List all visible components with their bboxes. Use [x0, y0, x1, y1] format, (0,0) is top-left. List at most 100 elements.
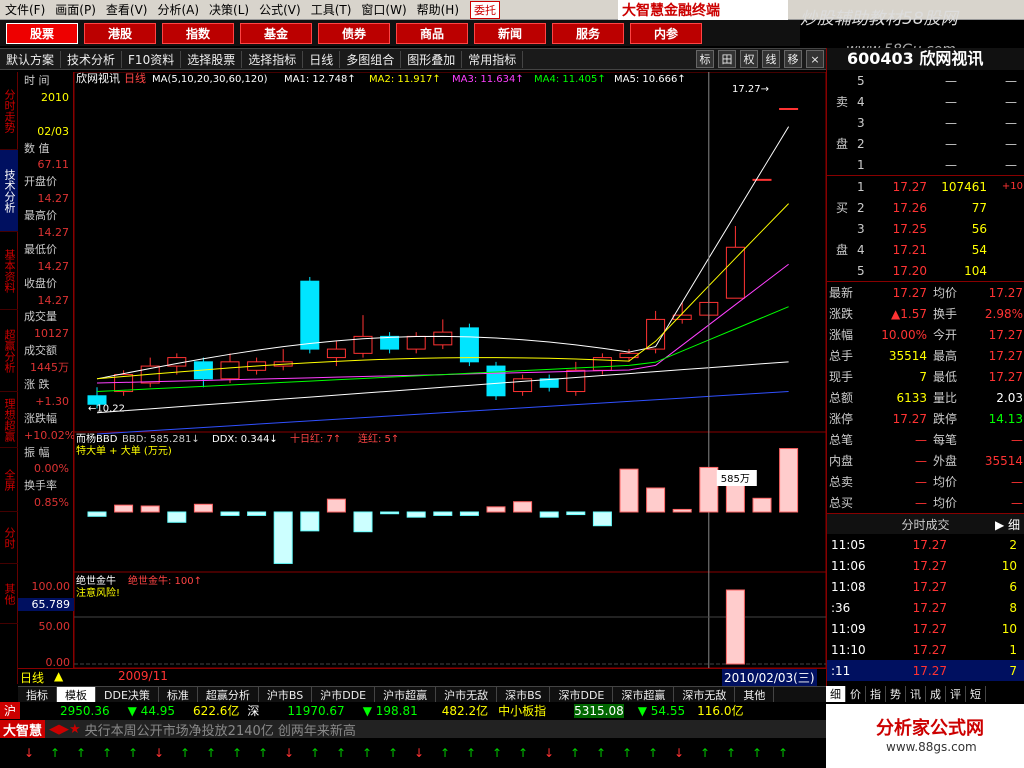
- nav-button-2[interactable]: 指数: [162, 23, 234, 44]
- menu-tag-button[interactable]: 委托: [470, 0, 501, 19]
- nav-button-6[interactable]: 新闻: [474, 23, 546, 44]
- toolbar-item-8[interactable]: 常用指标: [462, 50, 524, 68]
- toolbar-icon-1[interactable]: 田: [718, 50, 736, 68]
- bottom-tab-3[interactable]: 标准: [159, 687, 198, 702]
- ticks-list: 11:05 17.27 2 11:06 17.27 10 11:08 17.27 6:36 17.…: [827, 534, 1024, 681]
- chart-area[interactable]: 欣网视讯 日线 MA(5,10,20,30,60,120) MA1: 12.748↑ M…: [16, 71, 827, 684]
- menu-item-2[interactable]: 查看(V): [101, 1, 153, 18]
- quote-label: 涨幅: [829, 328, 854, 342]
- bbd-bar: [167, 511, 187, 523]
- menu-item-8[interactable]: 帮助(H): [412, 1, 464, 18]
- nav-button-4[interactable]: 债券: [318, 23, 390, 44]
- left-tab-1[interactable]: 技术分析: [0, 150, 18, 232]
- left-tab-0[interactable]: 分时走势: [0, 72, 18, 150]
- bbd-bar: [300, 511, 320, 532]
- level-price: —: [945, 136, 957, 151]
- right-tab-3[interactable]: 势: [886, 686, 906, 702]
- bbd-bar: [619, 468, 639, 513]
- bbd-bar: [220, 511, 240, 516]
- menu-item-3[interactable]: 分析(A): [152, 1, 204, 18]
- ticks-detail-button[interactable]: ▶ 细: [995, 516, 1020, 533]
- menu-item-6[interactable]: 工具(T): [306, 1, 357, 18]
- menu-item-4[interactable]: 决策(L): [204, 1, 254, 18]
- menu-item-7[interactable]: 窗口(W): [356, 1, 411, 18]
- date-line: 日线 ▲ 2009/11 2010/02/03(三): [18, 668, 826, 686]
- nav-button-8[interactable]: 内参: [630, 23, 702, 44]
- toolbar-icon-4[interactable]: 移: [784, 50, 802, 68]
- quote-value: 17.27: [988, 327, 1023, 342]
- bbd-value: BBD: 585.281↓: [122, 434, 200, 445]
- left-tab-7[interactable]: 其他: [0, 564, 18, 624]
- close-icon[interactable]: ×: [806, 50, 824, 68]
- trend-arrow-icon: ↓: [154, 746, 165, 760]
- bottom-tab-1[interactable]: 模板: [57, 687, 96, 702]
- candle-body: [566, 369, 586, 393]
- toolbar-item-5[interactable]: 日线: [303, 50, 341, 68]
- left-tab-4[interactable]: 理想超赢: [0, 392, 18, 448]
- toolbar-item-0[interactable]: 默认方案: [0, 50, 62, 68]
- bottom-tab-5[interactable]: 沪市BS: [259, 687, 313, 702]
- bottom-tab-2[interactable]: DDE决策: [96, 687, 159, 702]
- quote-value: 17.27: [892, 285, 927, 300]
- nav-button-3[interactable]: 基金: [240, 23, 312, 44]
- menu-item-0[interactable]: 文件(F): [0, 1, 50, 18]
- menu-item-1[interactable]: 画面(P): [50, 1, 101, 18]
- right-tab-1[interactable]: 价: [846, 686, 866, 702]
- nav-button-0[interactable]: 股票: [6, 23, 78, 44]
- bottom-tab-11[interactable]: 深市超赢: [613, 687, 675, 702]
- kline-chart[interactable]: 欣网视讯 日线 MA(5,10,20,30,60,120) MA1: 12.748↑ M…: [16, 71, 827, 684]
- bottom-tab-12[interactable]: 深市无敌: [674, 687, 736, 702]
- nav-button-5[interactable]: 商品: [396, 23, 468, 44]
- toolbar-item-4[interactable]: 选择指标: [242, 50, 304, 68]
- right-tab-4[interactable]: 讯: [906, 686, 926, 702]
- right-tab-0[interactable]: 细: [826, 686, 846, 702]
- buy-row: 买 2 17.26 77: [827, 197, 1024, 218]
- bottom-tab-0[interactable]: 指标: [18, 687, 57, 702]
- toolbar-icon-0[interactable]: 标: [696, 50, 714, 68]
- right-tab-5[interactable]: 成: [926, 686, 946, 702]
- quote-value: 2.98%: [984, 306, 1023, 321]
- right-tab-2[interactable]: 指: [866, 686, 886, 702]
- nav-button-7[interactable]: 服务: [552, 23, 624, 44]
- toolbar-icon-3[interactable]: 线: [762, 50, 780, 68]
- bottom-tab-6[interactable]: 沪市DDE: [312, 687, 376, 702]
- quote-value: 17.27: [988, 369, 1023, 384]
- left-tab-6[interactable]: 分时: [0, 512, 18, 564]
- bbd-bar: [539, 511, 559, 518]
- tick-time: 11:08: [831, 579, 866, 594]
- trend-arrow-icon: ↑: [440, 746, 451, 760]
- nav-button-1[interactable]: 港股: [84, 23, 156, 44]
- bottom-tab-8[interactable]: 沪市无敌: [436, 687, 498, 702]
- trend-arrow-icon: ↑: [258, 746, 269, 760]
- quote-label: 涨停: [829, 412, 854, 426]
- toolbar-item-2[interactable]: F10资料: [122, 50, 182, 68]
- bottom-tab-9[interactable]: 深市BS: [497, 687, 551, 702]
- left-tab-5[interactable]: 全屏: [0, 448, 18, 512]
- left-tab-3[interactable]: 超赢分析: [0, 310, 18, 392]
- level-vol: 56: [971, 221, 987, 236]
- toolbar-item-6[interactable]: 多图组合: [340, 50, 402, 68]
- quote-value: 2.03: [996, 390, 1023, 405]
- quote-row: 内盘 — 外盘 35514: [827, 450, 1024, 471]
- ticker-arrows-icon: ◀▶★: [49, 721, 81, 737]
- bottom-tab-4[interactable]: 超赢分析: [198, 687, 259, 702]
- level-num: 1: [857, 157, 865, 172]
- toolbar-item-7[interactable]: 图形叠加: [401, 50, 463, 68]
- bottom-tab-7[interactable]: 沪市超赢: [375, 687, 437, 702]
- menu-item-5[interactable]: 公式(V): [254, 1, 306, 18]
- toolbar-icon-2[interactable]: 权: [740, 50, 758, 68]
- bottom-tab-10[interactable]: 深市DDE: [550, 687, 614, 702]
- ma10-line: [96, 203, 789, 380]
- third-title: 绝世金牛: [76, 574, 116, 587]
- trend-arrow-icon: ↑: [388, 746, 399, 760]
- right-tab-7[interactable]: 短: [966, 686, 986, 702]
- bottom-tab-13[interactable]: 其他: [735, 687, 775, 702]
- tick-price: 17.27: [912, 537, 947, 552]
- bbd-bar: [326, 498, 346, 513]
- right-tab-6[interactable]: 评: [946, 686, 966, 702]
- toolbar-item-1[interactable]: 技术分析: [61, 50, 123, 68]
- toolbar-item-3[interactable]: 选择股票: [181, 50, 243, 68]
- ticker-text[interactable]: 央行本周公开市场净投放2140亿 创两年来新高: [85, 720, 356, 739]
- left-tab-2[interactable]: 基本资料: [0, 232, 18, 310]
- period-triangle-icon[interactable]: ▲: [54, 669, 63, 683]
